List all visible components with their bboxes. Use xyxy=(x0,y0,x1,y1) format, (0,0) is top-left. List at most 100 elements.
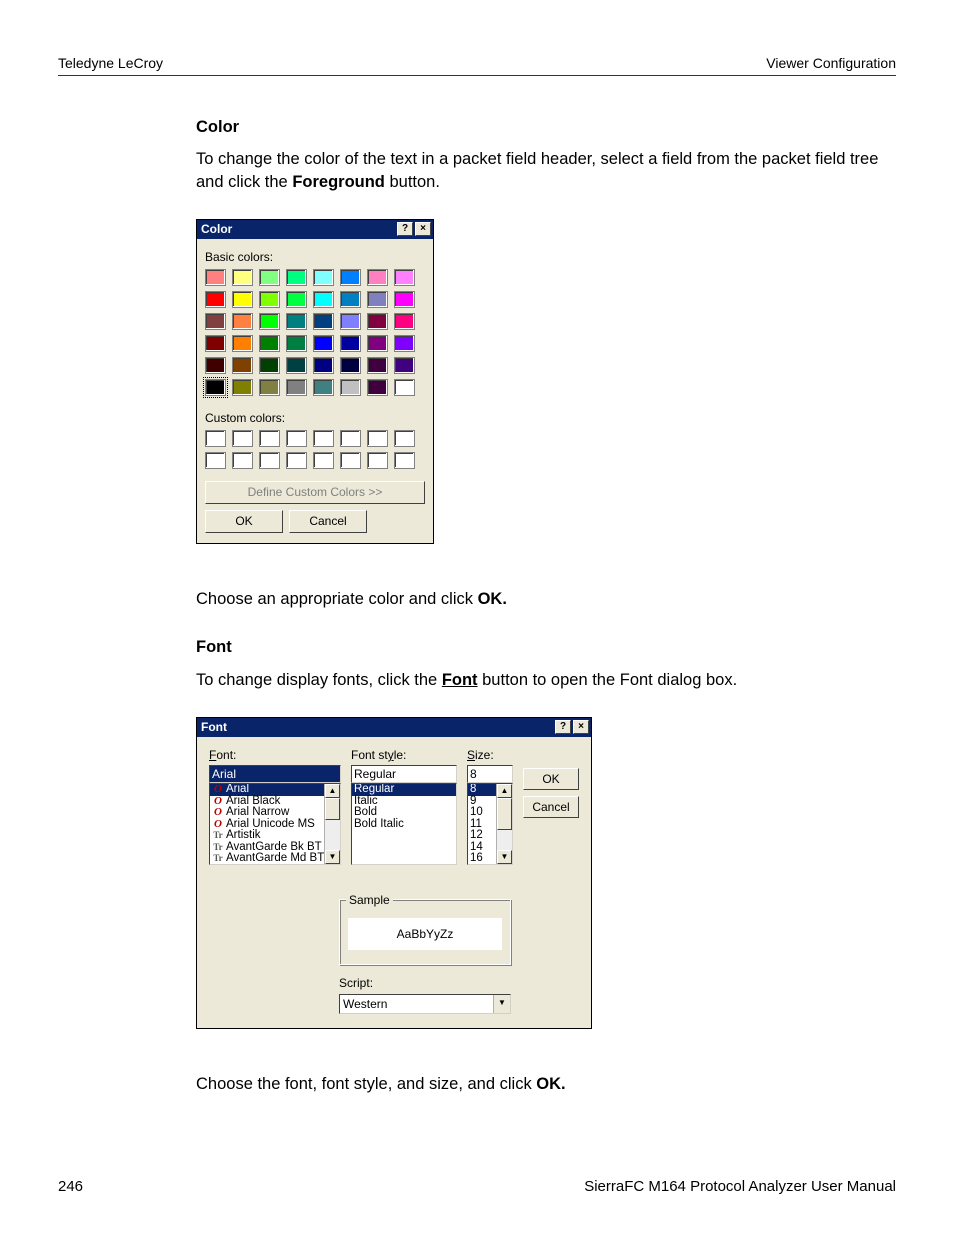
font-list-item[interactable]: OArial Narrow xyxy=(210,807,340,819)
color-swatch[interactable] xyxy=(367,379,388,396)
color-swatch[interactable] xyxy=(394,379,415,396)
color-swatch[interactable] xyxy=(205,379,226,396)
color-swatch[interactable] xyxy=(259,379,280,396)
script-select[interactable]: Western ▼ xyxy=(339,994,511,1014)
define-custom-colors-button[interactable]: Define Custom Colors >> xyxy=(205,481,425,504)
custom-color-swatch[interactable] xyxy=(367,430,388,447)
color-swatch[interactable] xyxy=(313,269,334,286)
color-swatch[interactable] xyxy=(259,313,280,330)
color-swatch[interactable] xyxy=(259,335,280,352)
color-swatch[interactable] xyxy=(232,291,253,308)
color-swatch[interactable] xyxy=(367,313,388,330)
custom-color-swatch[interactable] xyxy=(313,452,334,469)
custom-color-swatch[interactable] xyxy=(340,452,361,469)
font-listbox[interactable]: OArialOArial BlackOArial NarrowOArial Un… xyxy=(209,783,341,865)
color-swatch[interactable] xyxy=(286,357,307,374)
color-swatch[interactable] xyxy=(232,269,253,286)
scroll-down-icon[interactable]: ▼ xyxy=(325,850,340,864)
color-swatch[interactable] xyxy=(313,379,334,396)
font-style-input[interactable]: Regular xyxy=(351,765,457,783)
color-swatch[interactable] xyxy=(313,291,334,308)
color-cancel-button[interactable]: Cancel xyxy=(289,510,367,533)
color-swatch[interactable] xyxy=(205,313,226,330)
opentype-icon: O xyxy=(212,819,224,831)
color-swatch[interactable] xyxy=(394,335,415,352)
color-ok-button[interactable]: OK xyxy=(205,510,283,533)
color-dialog-title: Color xyxy=(201,221,232,237)
color-swatch[interactable] xyxy=(394,269,415,286)
scroll-thumb[interactable] xyxy=(325,798,340,820)
color-swatch[interactable] xyxy=(340,313,361,330)
size-listbox[interactable]: 891011121416 ▲ ▼ xyxy=(467,783,513,865)
size-input[interactable]: 8 xyxy=(467,765,513,783)
color-swatch[interactable] xyxy=(286,269,307,286)
font-input[interactable]: Arial xyxy=(209,765,341,783)
color-swatch[interactable] xyxy=(367,269,388,286)
custom-color-swatch[interactable] xyxy=(259,452,280,469)
choose-color-paragraph: Choose an appropriate color and click OK… xyxy=(196,588,896,610)
color-swatch[interactable] xyxy=(313,357,334,374)
custom-color-swatch[interactable] xyxy=(394,430,415,447)
color-swatch[interactable] xyxy=(394,291,415,308)
scroll-up-icon[interactable]: ▲ xyxy=(325,784,340,798)
scroll-thumb[interactable] xyxy=(497,798,512,830)
custom-color-swatch[interactable] xyxy=(286,430,307,447)
custom-color-swatch[interactable] xyxy=(340,430,361,447)
custom-color-swatch[interactable] xyxy=(286,452,307,469)
color-swatch[interactable] xyxy=(340,335,361,352)
font-cancel-button[interactable]: Cancel xyxy=(523,796,579,818)
style-list-item[interactable]: Regular xyxy=(352,784,456,796)
font-list-item[interactable]: TrAvantGarde Md BT xyxy=(210,853,340,865)
help-button[interactable]: ? xyxy=(397,222,413,236)
scroll-up-icon[interactable]: ▲ xyxy=(497,784,512,798)
custom-color-swatch[interactable] xyxy=(367,452,388,469)
color-swatch[interactable] xyxy=(286,313,307,330)
color-swatch[interactable] xyxy=(340,357,361,374)
scroll-down-icon[interactable]: ▼ xyxy=(497,850,512,864)
custom-color-swatch[interactable] xyxy=(232,430,253,447)
color-swatch[interactable] xyxy=(340,291,361,308)
custom-color-swatch[interactable] xyxy=(394,452,415,469)
color-swatch[interactable] xyxy=(259,291,280,308)
color-swatch[interactable] xyxy=(394,313,415,330)
custom-color-swatch[interactable] xyxy=(313,430,334,447)
color-swatch[interactable] xyxy=(232,313,253,330)
custom-color-swatch[interactable] xyxy=(232,452,253,469)
color-swatch[interactable] xyxy=(286,335,307,352)
font-ok-button[interactable]: OK xyxy=(523,768,579,790)
style-list-item[interactable]: Bold xyxy=(352,807,456,819)
color-swatch[interactable] xyxy=(205,291,226,308)
custom-color-swatch[interactable] xyxy=(205,430,226,447)
color-swatch[interactable] xyxy=(367,291,388,308)
color-swatch[interactable] xyxy=(286,291,307,308)
chevron-down-icon[interactable]: ▼ xyxy=(493,995,510,1013)
color-swatch[interactable] xyxy=(367,357,388,374)
close-button[interactable]: × xyxy=(573,720,589,734)
close-button[interactable]: × xyxy=(415,222,431,236)
scrollbar[interactable]: ▲ ▼ xyxy=(496,784,512,864)
font-style-listbox[interactable]: RegularItalicBoldBold Italic xyxy=(351,783,457,865)
style-list-item[interactable]: Bold Italic xyxy=(352,819,456,831)
custom-color-swatch[interactable] xyxy=(259,430,280,447)
color-swatch[interactable] xyxy=(313,313,334,330)
custom-color-swatch[interactable] xyxy=(205,452,226,469)
color-swatch[interactable] xyxy=(232,335,253,352)
color-swatch[interactable] xyxy=(232,357,253,374)
color-swatch[interactable] xyxy=(367,335,388,352)
color-swatch[interactable] xyxy=(340,379,361,396)
font-list-item[interactable]: TrArtistik xyxy=(210,830,340,842)
help-button[interactable]: ? xyxy=(555,720,571,734)
color-swatch[interactable] xyxy=(205,335,226,352)
color-swatch[interactable] xyxy=(340,269,361,286)
color-swatch[interactable] xyxy=(232,379,253,396)
scrollbar[interactable]: ▲ ▼ xyxy=(324,784,340,864)
color-swatch[interactable] xyxy=(205,357,226,374)
color-swatch[interactable] xyxy=(286,379,307,396)
color-swatch[interactable] xyxy=(259,269,280,286)
color-swatch[interactable] xyxy=(259,357,280,374)
page-header: Teledyne LeCroy Viewer Configuration xyxy=(58,55,896,76)
color-swatch[interactable] xyxy=(205,269,226,286)
color-swatch[interactable] xyxy=(313,335,334,352)
color-swatch[interactable] xyxy=(394,357,415,374)
font-list-item[interactable]: OArial xyxy=(210,784,340,796)
